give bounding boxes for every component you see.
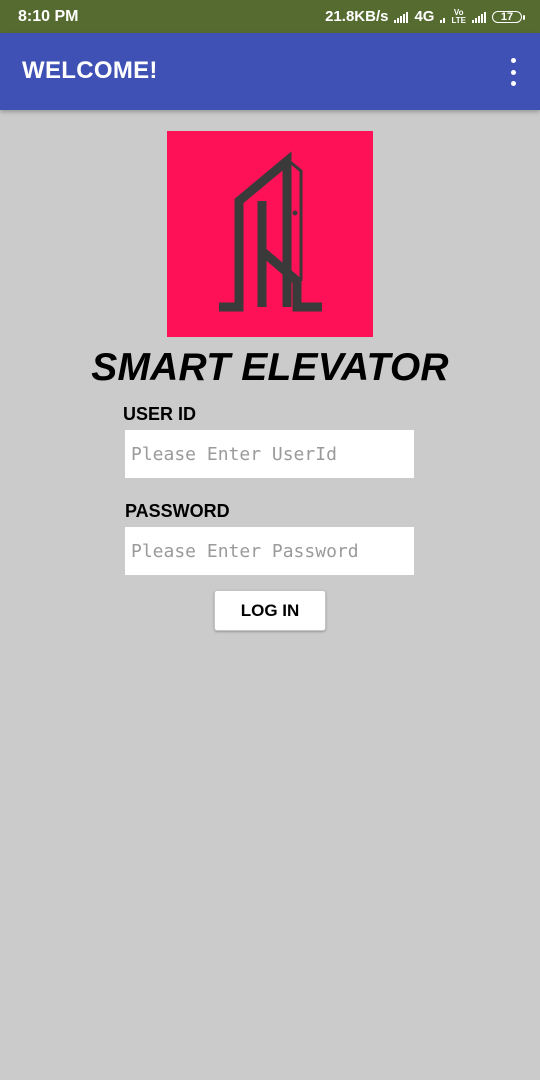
password-input[interactable]	[125, 527, 414, 575]
signal-icon-secondary	[440, 11, 446, 23]
app-bar: WELCOME!	[0, 33, 540, 110]
network-type: 4G	[414, 8, 435, 25]
password-label: PASSWORD	[125, 501, 230, 521]
battery-level: 17	[500, 10, 514, 23]
volte-bottom: LTE	[451, 15, 466, 25]
app-title: WELCOME!	[22, 57, 158, 84]
network-speed: 21.8KB/s	[325, 8, 389, 25]
login-button[interactable]: LOG IN	[214, 590, 326, 631]
user-id-label: USER ID	[123, 404, 197, 424]
volte-icon: Vo LTE	[451, 8, 466, 25]
signal-icon	[394, 11, 409, 23]
status-indicators: 21.8KB/s 4G Vo LTE 17	[325, 8, 525, 25]
status-bar: 8:10 PM 21.8KB/s 4G Vo LTE 17	[0, 0, 540, 33]
user-id-input[interactable]	[125, 430, 414, 478]
more-vert-icon[interactable]	[508, 58, 518, 86]
app-logo	[167, 131, 373, 337]
signal-icon-sim2	[472, 11, 486, 23]
battery-icon: 17	[492, 10, 525, 23]
app-brand-title: SMART ELEVATOR	[91, 346, 449, 389]
status-time: 8:10 PM	[18, 7, 79, 25]
building-logo-icon	[219, 151, 322, 312]
